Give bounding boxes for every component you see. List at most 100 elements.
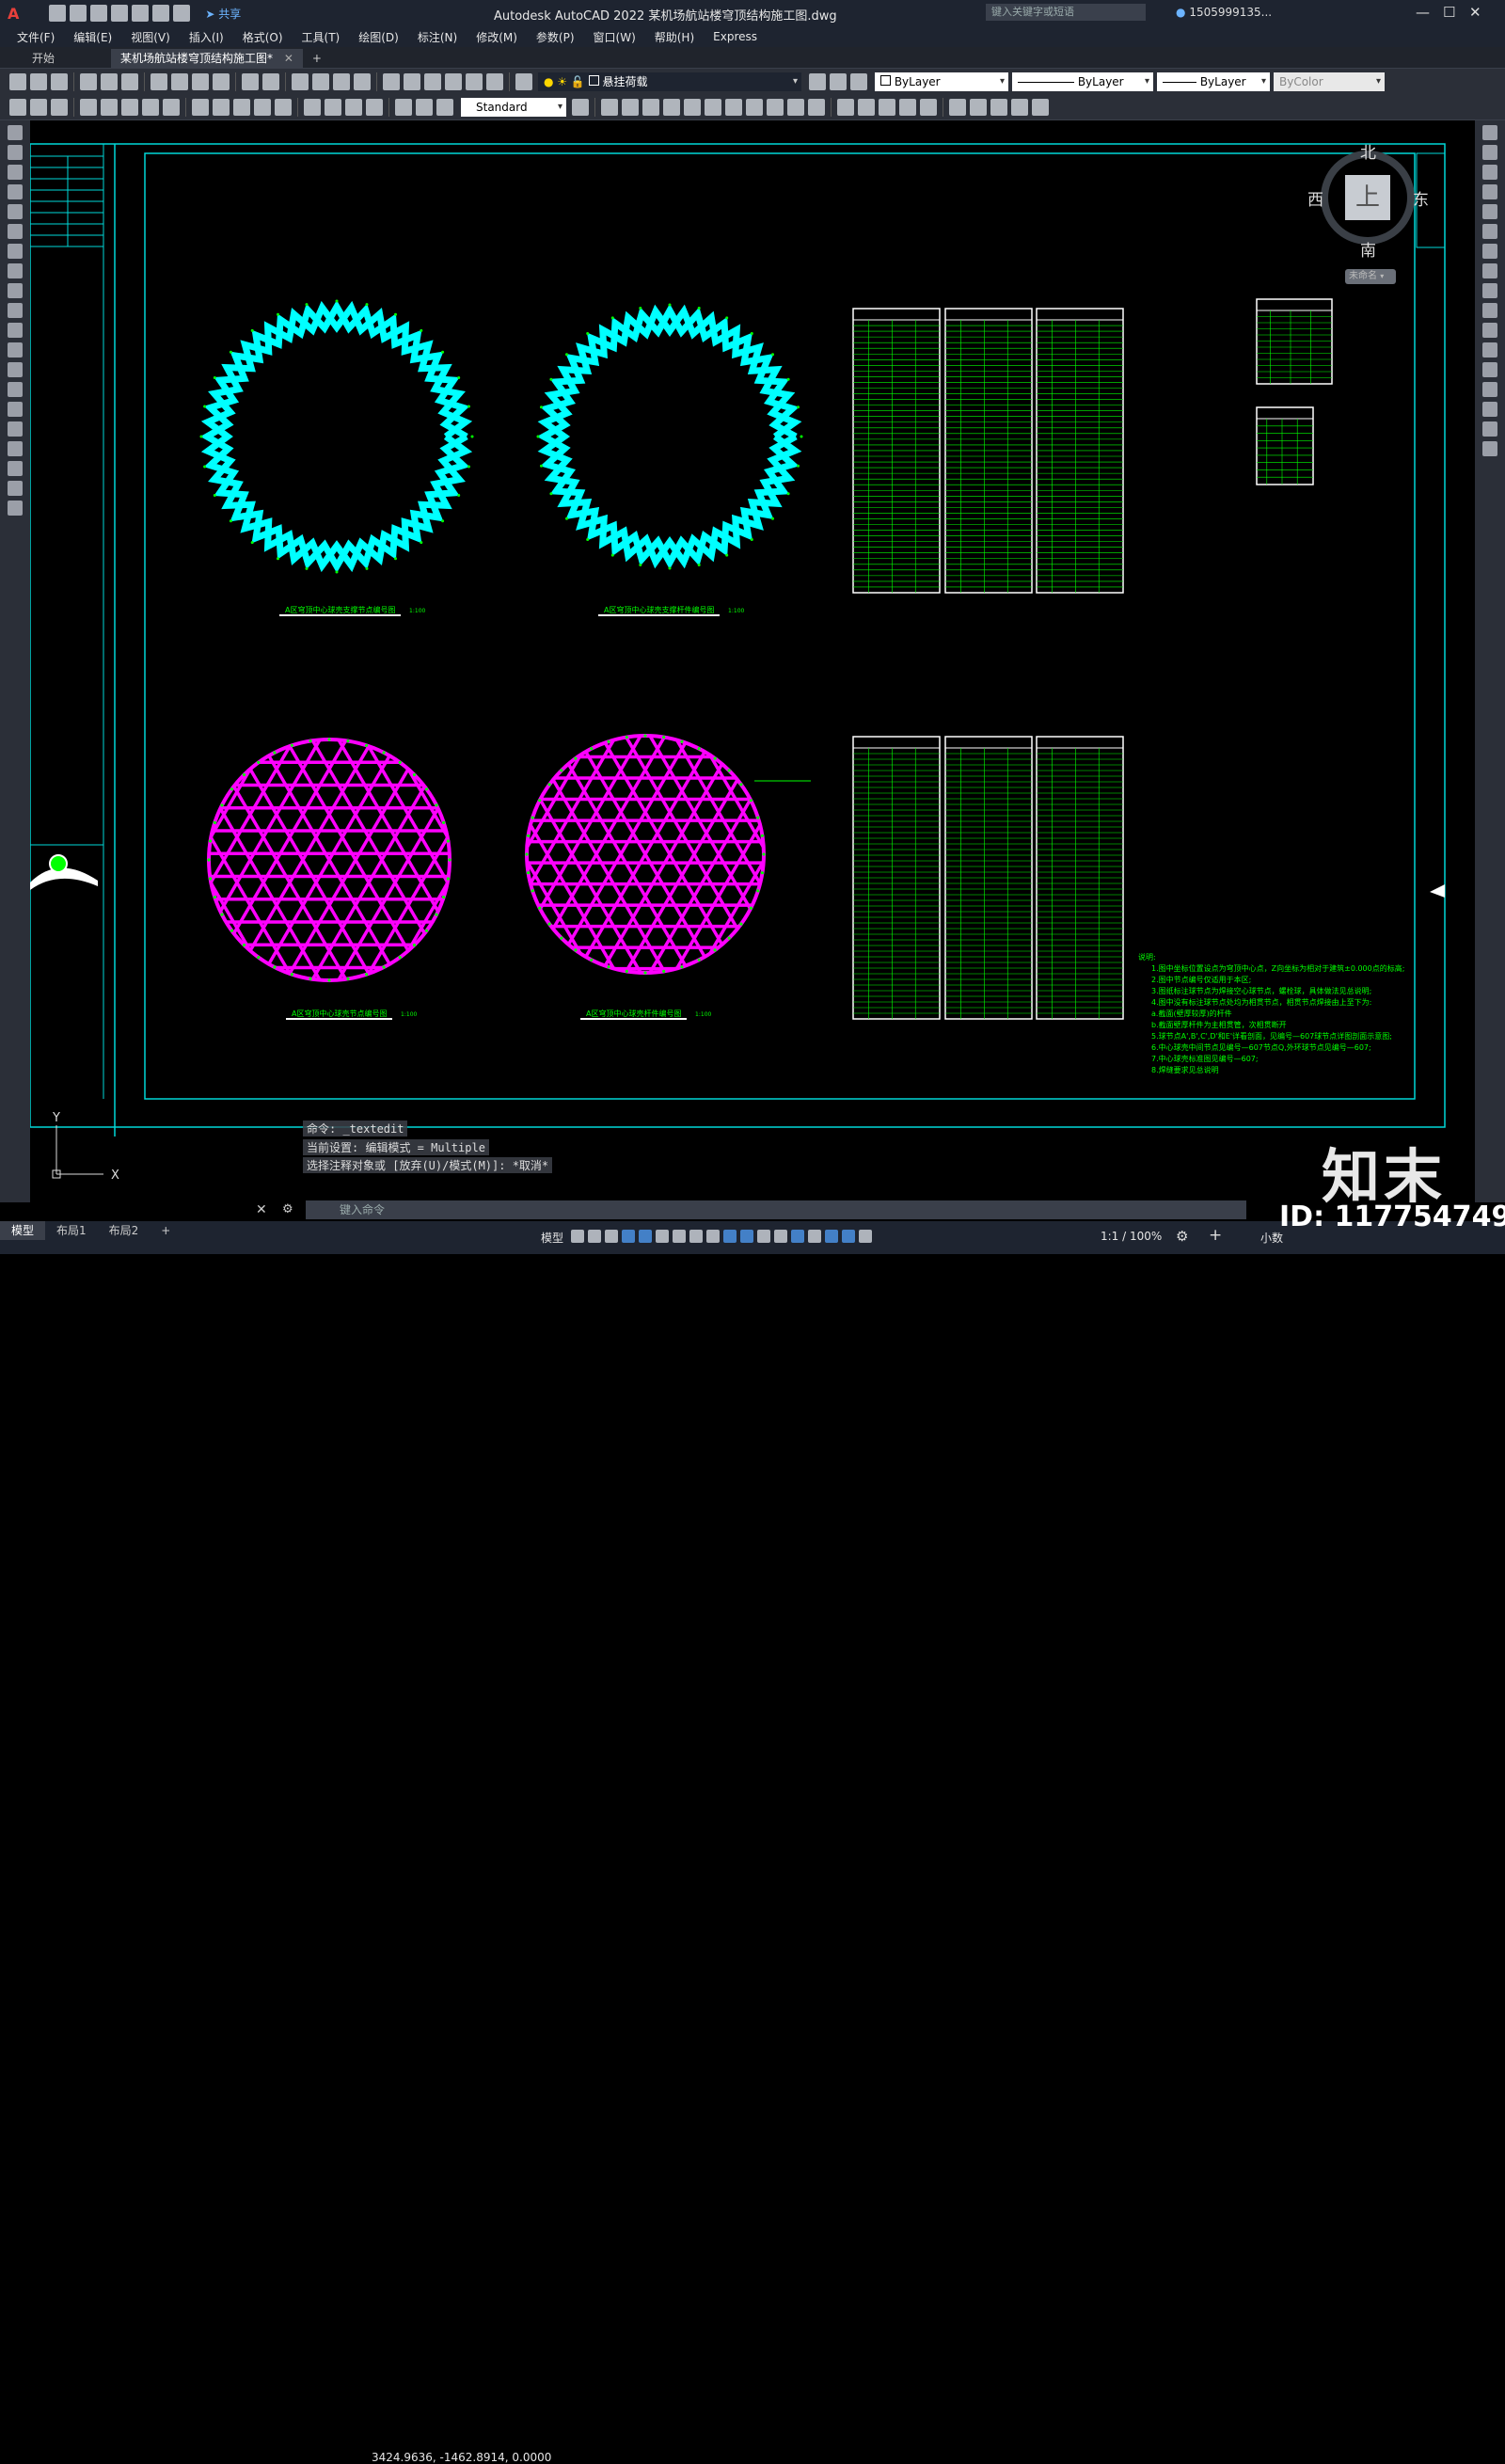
dim-jogged-icon[interactable]	[121, 98, 138, 116]
tolerance-icon[interactable]	[304, 98, 321, 116]
center-mark-icon[interactable]	[325, 98, 341, 116]
offset-icon[interactable]	[1482, 184, 1497, 199]
polyline-icon[interactable]	[8, 165, 23, 180]
minimize-button[interactable]: —	[1416, 4, 1430, 21]
dim-text-edit-icon[interactable]	[416, 98, 433, 116]
help-search-input[interactable]: 键入关键字或短语	[986, 4, 1146, 21]
polar-tracking-icon[interactable]	[656, 1230, 669, 1243]
compass-south[interactable]: 南	[1360, 237, 1376, 261]
dim-edit-icon[interactable]	[395, 98, 412, 116]
insert-block-icon[interactable]	[8, 342, 23, 358]
plot-icon[interactable]	[80, 72, 97, 90]
annotation-scale[interactable]: 1:1 / 100%	[1101, 1230, 1162, 1243]
scale-icon[interactable]	[746, 98, 763, 116]
tab-model[interactable]: 模型	[0, 1221, 46, 1240]
drawing-canvas[interactable]: Y X A区穹顶中心球壳支撑节点编号图 1:100 A区穹顶中心球壳支撑杆件编号…	[30, 120, 1475, 1202]
revision-cloud-icon[interactable]	[8, 263, 23, 278]
publish-icon[interactable]	[121, 72, 138, 90]
tab-layout2[interactable]: 布局2	[98, 1221, 150, 1240]
trim-icon[interactable]	[787, 98, 804, 116]
save-icon[interactable]	[51, 72, 68, 90]
share-button[interactable]: ➤ 共享	[205, 6, 241, 22]
object-snap-tracking-icon[interactable]	[689, 1230, 703, 1243]
move-icon[interactable]	[705, 98, 721, 116]
dim-space-icon[interactable]	[254, 98, 271, 116]
undo-icon[interactable]	[152, 5, 170, 22]
dim-arc-icon[interactable]	[51, 98, 68, 116]
app-logo[interactable]: A	[8, 5, 19, 23]
new-file-icon[interactable]	[49, 5, 67, 22]
copy-icon[interactable]	[171, 72, 188, 90]
auto-scale-icon[interactable]	[859, 1230, 872, 1243]
plus-icon[interactable]: +	[1209, 1226, 1222, 1245]
annotation-visibility-icon[interactable]	[842, 1230, 855, 1243]
isometric-icon[interactable]	[673, 1230, 686, 1243]
undo-icon[interactable]	[242, 72, 259, 90]
move-icon[interactable]	[1482, 224, 1497, 239]
inspection-icon[interactable]	[345, 98, 362, 116]
tool-palettes-icon[interactable]	[424, 72, 441, 90]
match-properties-icon[interactable]	[213, 72, 230, 90]
menu-file[interactable]: 文件(F)	[17, 29, 55, 45]
join-icon[interactable]	[858, 98, 875, 116]
explode-icon[interactable]	[920, 98, 937, 116]
cursor-coordinates[interactable]: 3424.9636, -1462.8914, 0.0000	[372, 2451, 551, 2464]
region-icon[interactable]	[8, 441, 23, 456]
tab-close-icon[interactable]: ✕	[284, 52, 293, 65]
rectangle-icon[interactable]	[8, 204, 23, 219]
jogged-linear-icon[interactable]	[366, 98, 383, 116]
dim-style-dropdown[interactable]: Standard ▾	[461, 97, 566, 117]
command-input[interactable]: 键入命令	[306, 1200, 1246, 1219]
dim-linear-icon[interactable]	[9, 98, 26, 116]
gear-icon[interactable]: ⚙	[1176, 1228, 1188, 1245]
command-close-icon[interactable]: ✕	[256, 1202, 267, 1217]
explode-icon[interactable]	[1482, 441, 1497, 456]
mtext-icon[interactable]	[8, 481, 23, 496]
new-tab-button[interactable]: +	[303, 49, 331, 68]
menu-tools[interactable]: 工具(T)	[302, 29, 341, 45]
fillet-icon[interactable]	[899, 98, 916, 116]
rotate-icon[interactable]	[1482, 244, 1497, 259]
copy-icon[interactable]	[1482, 145, 1497, 160]
dim-continue-icon[interactable]	[233, 98, 250, 116]
snap-icon[interactable]	[588, 1230, 601, 1243]
color-dropdown[interactable]: ByLayer ▾	[875, 72, 1008, 91]
erase-icon[interactable]	[601, 98, 618, 116]
add-layout-button[interactable]: +	[150, 1221, 182, 1240]
transparency-icon[interactable]	[740, 1230, 753, 1243]
make-block-icon[interactable]	[970, 98, 987, 116]
point-icon[interactable]	[8, 382, 23, 397]
menu-modify[interactable]: 修改(M)	[476, 29, 517, 45]
tab-layout1[interactable]: 布局1	[45, 1221, 98, 1240]
menu-format[interactable]: 格式(O)	[243, 29, 283, 45]
model-space-toggle[interactable]: 模型	[541, 1230, 563, 1246]
dim-update-icon[interactable]	[436, 98, 453, 116]
compass-east[interactable]: 东	[1413, 186, 1429, 210]
tab-start[interactable]: 开始	[23, 49, 64, 68]
spline-icon[interactable]	[8, 283, 23, 298]
scale-icon[interactable]	[1482, 263, 1497, 278]
line-icon[interactable]	[8, 125, 23, 140]
plotstyle-dropdown[interactable]: ByColor ▾	[1274, 72, 1385, 91]
lineweight-dropdown[interactable]: ByLayer ▾	[1157, 72, 1270, 91]
gradient-icon[interactable]	[8, 421, 23, 437]
pan-icon[interactable]	[292, 72, 309, 90]
menu-insert[interactable]: 插入(I)	[189, 29, 224, 45]
viewcube[interactable]: 上 北 南 西 东	[1307, 139, 1429, 262]
chamfer-icon[interactable]	[1482, 382, 1497, 397]
ellipse-arc-icon[interactable]	[8, 323, 23, 338]
ortho-icon[interactable]	[639, 1230, 652, 1243]
compass-north[interactable]: 北	[1360, 139, 1376, 163]
menu-edit[interactable]: 编辑(E)	[73, 29, 112, 45]
menu-view[interactable]: 视图(V)	[131, 29, 170, 45]
insert-block-icon[interactable]	[949, 98, 966, 116]
user-account[interactable]: ● 1505999135...	[1176, 6, 1272, 19]
dim-aligned-icon[interactable]	[30, 98, 47, 116]
open-file-icon[interactable]	[70, 5, 87, 22]
redo-icon[interactable]	[173, 5, 191, 22]
zoom-previous-icon[interactable]	[354, 72, 371, 90]
array-icon[interactable]	[1482, 204, 1497, 219]
zoom-realtime-icon[interactable]	[312, 72, 329, 90]
ellipse-icon[interactable]	[8, 303, 23, 318]
mirror-icon[interactable]	[642, 98, 659, 116]
